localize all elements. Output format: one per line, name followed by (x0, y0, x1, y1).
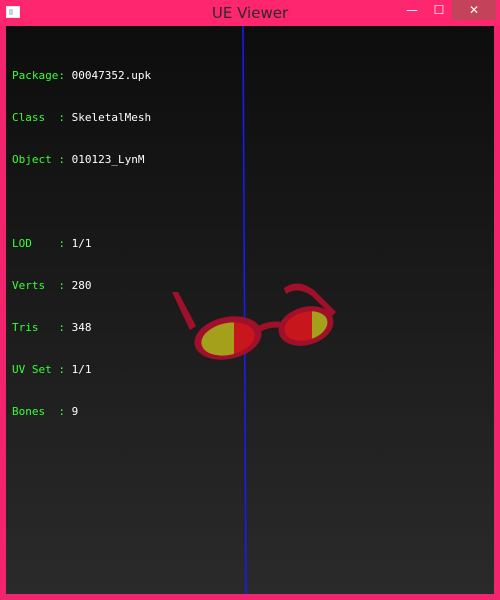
left-lens (198, 317, 258, 361)
bones-label: Bones : (12, 405, 65, 418)
class-value: SkeletalMesh (71, 111, 152, 124)
lod-value: 1/1 (71, 237, 92, 250)
left-temple-arm (172, 292, 196, 330)
mesh-info-panel: Package: 00047352.upk Class : SkeletalMe… (12, 41, 151, 447)
object-label: Object : (12, 153, 65, 166)
uvset-value: 1/1 (71, 363, 92, 376)
object-value: 010123_LynM (71, 153, 145, 166)
info-spacer (12, 195, 151, 209)
lod-label: LOD : (12, 237, 65, 250)
close-button[interactable]: ✕ (452, 0, 496, 20)
class-label: Class : (12, 111, 65, 124)
sunglasses-model (172, 283, 336, 361)
verts-label: Verts : (12, 279, 65, 292)
tris-value: 348 (71, 321, 92, 334)
minimize-button[interactable]: — (398, 0, 426, 20)
vertical-axis-line (242, 26, 247, 594)
app-window: UE Viewer — ☐ ✕ Package: 00047352.upk Cl… (0, 0, 500, 600)
title-bar[interactable]: UE Viewer — ☐ ✕ (0, 0, 500, 26)
package-value: 00047352.upk (71, 69, 152, 82)
bones-value: 9 (71, 405, 79, 418)
tris-label: Tris : (12, 321, 65, 334)
3d-viewport[interactable]: Package: 00047352.upk Class : SkeletalMe… (6, 26, 494, 594)
verts-value: 280 (71, 279, 92, 292)
bridge (258, 321, 282, 332)
package-label: Package: (12, 69, 65, 82)
maximize-button[interactable]: ☐ (425, 0, 453, 20)
uvset-label: UV Set : (12, 363, 65, 376)
